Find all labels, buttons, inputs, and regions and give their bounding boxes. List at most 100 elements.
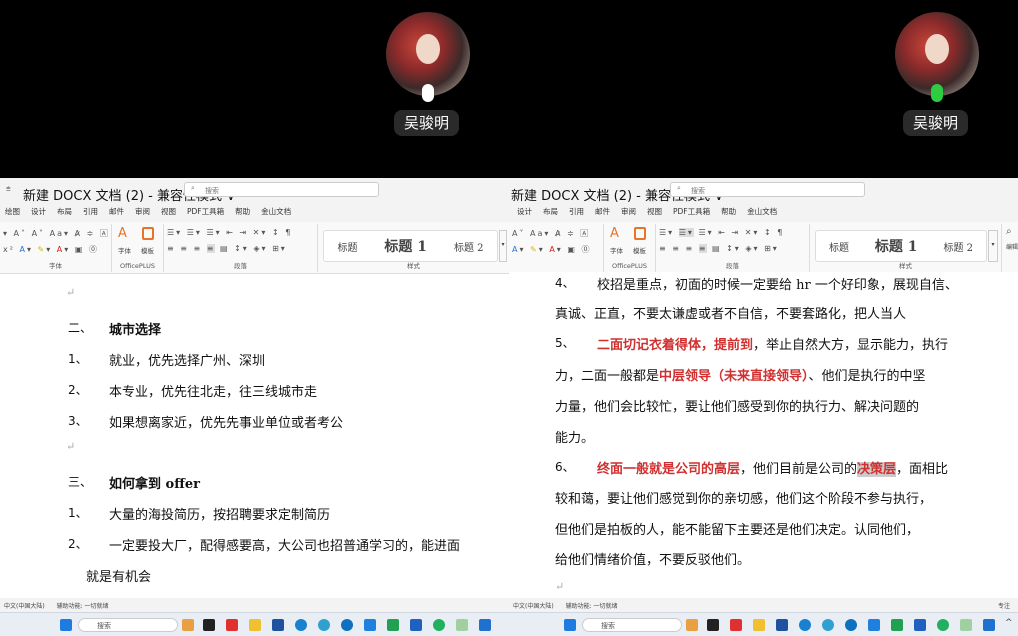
- tab-pdf-tools[interactable]: PDF工具箱: [673, 206, 710, 217]
- list-controls[interactable]: ☰▾ ☰▾ ☰▾ ⇤ ⇥ ✕▾ ↕ ¶: [659, 228, 784, 237]
- start-icon[interactable]: [60, 619, 72, 631]
- style-heading-1[interactable]: 标题 1: [875, 236, 918, 256]
- browser-icon[interactable]: [295, 619, 307, 631]
- app-icon[interactable]: [364, 619, 376, 631]
- list-item-text: ，面相比: [896, 462, 949, 477]
- tab-design[interactable]: 设计: [31, 206, 46, 217]
- quick-access-icon[interactable]: ⩧: [6, 184, 11, 194]
- app-icon[interactable]: [707, 619, 719, 631]
- focus-mode-button[interactable]: 专注: [998, 601, 1010, 610]
- file-explorer-icon[interactable]: [753, 619, 765, 631]
- paragraph-mark: ↵: [66, 440, 76, 453]
- app-icon[interactable]: [891, 619, 903, 631]
- widget-icon[interactable]: [182, 619, 194, 631]
- app-icon[interactable]: [937, 619, 949, 631]
- tab-design[interactable]: 设计: [517, 206, 532, 217]
- app-icon[interactable]: [433, 619, 445, 631]
- tab-kingsoft-docs[interactable]: 金山文档: [747, 206, 777, 217]
- tab-kingsoft-docs[interactable]: 金山文档: [261, 206, 291, 217]
- accessibility-status[interactable]: 辅助功能: 一切就绪: [566, 603, 618, 610]
- tab-layout[interactable]: 布局: [543, 206, 558, 217]
- app-icon[interactable]: [983, 619, 995, 631]
- accessibility-status[interactable]: 辅助功能: 一切就绪: [57, 603, 109, 610]
- taskbar-search[interactable]: 搜索: [582, 618, 682, 632]
- font-style-icon[interactable]: A: [118, 226, 127, 241]
- alignment-controls[interactable]: ≡ ≡ ≡ ≡ ▤ ↕▾ ◈▾ ⊞▾: [167, 244, 287, 253]
- template-icon[interactable]: [142, 227, 154, 240]
- participant-name: 吴骏明: [394, 110, 460, 136]
- app-icon[interactable]: [776, 619, 788, 631]
- app-icon[interactable]: [868, 619, 880, 631]
- tab-help[interactable]: 帮助: [235, 206, 250, 217]
- template-button[interactable]: 模板: [141, 245, 154, 255]
- search-input[interactable]: ⌕ 搜索: [184, 182, 379, 197]
- list-controls[interactable]: ☰▾ ☰▾ ☰▾ ⇤ ⇥ ✕▾ ↕ ¶: [167, 228, 292, 237]
- browser-icon[interactable]: [845, 619, 857, 631]
- chevron-up-icon[interactable]: ^: [1005, 618, 1013, 628]
- style-heading-2[interactable]: 标题 2: [454, 239, 484, 254]
- editing-search-icon[interactable]: ⌕: [1006, 226, 1012, 237]
- style-heading-2[interactable]: 标题 2: [943, 239, 973, 254]
- style-heading-1[interactable]: 标题 1: [384, 236, 427, 256]
- template-icon[interactable]: [634, 227, 646, 240]
- editing-button[interactable]: 编辑: [1006, 242, 1018, 251]
- font-format-controls[interactable]: x² A▾ ✎▾ A▾ ▣ ⓪: [3, 244, 99, 255]
- tab-references[interactable]: 引用: [83, 206, 98, 217]
- list-item: 如果想离家近，优先先事业单位或者考公: [109, 416, 344, 431]
- document-body[interactable]: 4、 校招是重点，初面的时候一定要给 hr 一个好印象，展现自信、 真诚、正直，…: [509, 272, 1018, 593]
- language-status[interactable]: 中文(中国大陆): [4, 603, 45, 610]
- tab-layout[interactable]: 布局: [57, 206, 72, 217]
- app-icon[interactable]: [272, 619, 284, 631]
- app-icon[interactable]: [387, 619, 399, 631]
- font-group: A˅ Aa▾ A̷ ≑ 🄰 A▾ ✎▾ A▾ ▣ ⓪: [509, 224, 604, 272]
- font-format-controls[interactable]: A▾ ✎▾ A▾ ▣ ⓪: [512, 244, 591, 255]
- wps-icon[interactable]: [730, 619, 742, 631]
- edge-icon[interactable]: [822, 619, 834, 631]
- tab-references[interactable]: 引用: [569, 206, 584, 217]
- taskbar-search[interactable]: 搜索: [78, 618, 178, 632]
- style-heading[interactable]: 标题: [337, 239, 357, 254]
- list-number: 3、: [68, 414, 88, 428]
- styles-more-icon[interactable]: ▾: [499, 230, 507, 262]
- tab-draw[interactable]: 绘图: [5, 206, 20, 217]
- word-icon[interactable]: [914, 619, 926, 631]
- tab-view[interactable]: 视图: [647, 206, 662, 217]
- style-heading[interactable]: 标题: [829, 239, 849, 254]
- font-size-controls[interactable]: A˅ Aa▾ A̷ ≑ 🄰: [512, 228, 590, 239]
- tab-mailings[interactable]: 邮件: [595, 206, 610, 217]
- font-style-icon[interactable]: A: [610, 226, 619, 241]
- tab-help[interactable]: 帮助: [721, 206, 736, 217]
- app-icon[interactable]: [203, 619, 215, 631]
- document-body[interactable]: ↵ 二、 城市选择 1、 就业，优先选择广州、深圳 2、 本专业，优先往北走，往…: [0, 274, 509, 590]
- app-icon[interactable]: [479, 619, 491, 631]
- styles-gallery: 标题 标题 1 标题 2: [815, 230, 987, 262]
- widget-icon[interactable]: [686, 619, 698, 631]
- tab-review[interactable]: 审阅: [621, 206, 636, 217]
- language-status[interactable]: 中文(中国大陆): [513, 603, 554, 610]
- browser-icon[interactable]: [799, 619, 811, 631]
- tab-pdf-tools[interactable]: PDF工具箱: [187, 206, 224, 217]
- font-size-controls[interactable]: ▾ A˄ A˅ Aa▾ A̷ ≑ 🄰: [3, 228, 110, 239]
- browser-icon[interactable]: [341, 619, 353, 631]
- tab-mailings[interactable]: 邮件: [109, 206, 124, 217]
- tab-view[interactable]: 视图: [161, 206, 176, 217]
- file-explorer-icon[interactable]: [249, 619, 261, 631]
- styles-more-icon[interactable]: ▾: [988, 230, 998, 262]
- search-input[interactable]: ⌕ 搜索: [670, 182, 865, 197]
- wps-icon[interactable]: [226, 619, 238, 631]
- group-label: 段落: [726, 262, 739, 270]
- list-item-continuation: 力量，他们会比较忙，要让他们感受到你的执行力、解决问题的: [555, 400, 920, 415]
- edge-icon[interactable]: [318, 619, 330, 631]
- paragraph-group: ☰▾ ☰▾ ☰▾ ⇤ ⇥ ✕▾ ↕ ¶ ≡ ≡ ≡ ≡ ▤ ↕▾ ◈▾ ⊞▾ 段…: [656, 224, 810, 272]
- highlighted-text: 终面一般就是公司的高层: [597, 462, 741, 477]
- app-icon[interactable]: [456, 619, 468, 631]
- template-button[interactable]: 模板: [633, 245, 646, 255]
- taskbar: 搜索 ^: [509, 612, 1018, 636]
- app-icon[interactable]: [960, 619, 972, 631]
- font-button[interactable]: 字体: [118, 245, 131, 255]
- tab-review[interactable]: 审阅: [135, 206, 150, 217]
- start-icon[interactable]: [564, 619, 576, 631]
- font-button[interactable]: 字体: [610, 245, 623, 255]
- alignment-controls[interactable]: ≡ ≡ ≡ ≡ ▤ ↕▾ ◈▾ ⊞▾: [659, 244, 779, 253]
- word-icon[interactable]: [410, 619, 422, 631]
